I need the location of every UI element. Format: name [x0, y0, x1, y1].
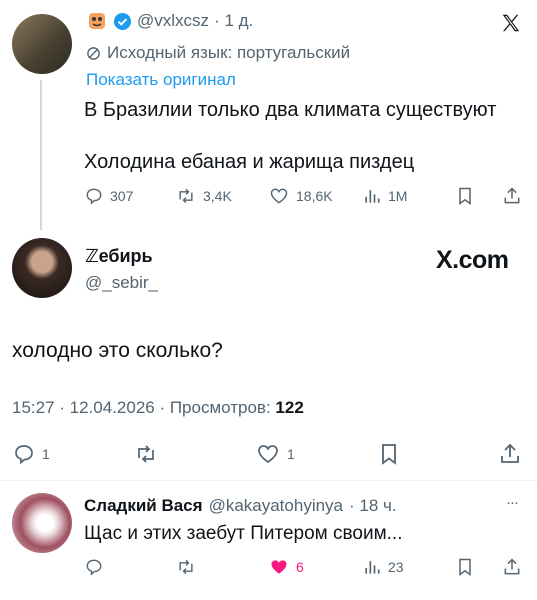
- repost-icon: [175, 186, 197, 206]
- main-views-count: 122: [275, 398, 304, 417]
- main-author-name[interactable]: ℤебирь: [85, 246, 153, 267]
- more-icon[interactable]: ···: [506, 494, 519, 511]
- main-bookmark-button[interactable]: [377, 442, 401, 466]
- parent-header: @vxlxcsz · 1 д.: [86, 10, 253, 32]
- main-like-count: 1: [287, 446, 295, 462]
- parent-reply-button[interactable]: 307: [84, 186, 133, 206]
- main-timestamp: 15:27 · 12.04.2026 · Просмотров:: [12, 398, 276, 417]
- reply-views-count: 23: [388, 559, 404, 575]
- views-icon: [362, 186, 382, 206]
- reply-like-count: 6: [296, 559, 304, 575]
- views-icon: [362, 557, 382, 577]
- x-logo-icon[interactable]: [500, 12, 522, 34]
- main-tweet-meta: 15:27 · 12.04.2026 · Просмотров: 122: [12, 398, 304, 418]
- parent-like-button[interactable]: 18,6K: [268, 186, 333, 206]
- emoji-badge-icon: [86, 10, 108, 32]
- reply-header: Сладкий Вася @kakayatohyinya · 18 ч.: [84, 496, 397, 516]
- main-tweet-text: холодно это сколько?: [12, 339, 223, 362]
- main-author-handle[interactable]: @_sebir_: [85, 273, 158, 293]
- translated-label: Исходный язык: португальский: [86, 43, 350, 63]
- reply-author-handle[interactable]: @kakayatohyinya: [209, 496, 343, 516]
- main-reply-count: 1: [42, 446, 50, 462]
- parent-time: · 1 д.: [214, 11, 254, 30]
- parent-handle[interactable]: @vxlxcsz: [137, 11, 209, 31]
- section-divider: [0, 480, 537, 481]
- parent-repost-count: 3,4K: [203, 188, 232, 204]
- main-avatar[interactable]: [12, 238, 72, 298]
- translate-icon: [86, 46, 101, 61]
- reply-icon: [84, 186, 104, 206]
- show-original-link[interactable]: Показать оригинал: [86, 70, 236, 90]
- like-icon: [268, 186, 290, 206]
- parent-text-line2: Холодина ебаная и жарища пиздец: [84, 151, 415, 173]
- parent-share-icon[interactable]: [502, 185, 522, 207]
- parent-avatar[interactable]: [12, 14, 72, 74]
- parent-reply-count: 307: [110, 188, 134, 204]
- translated-text: Исходный язык: португальский: [107, 43, 351, 62]
- reply-icon: [12, 442, 36, 466]
- parent-time-value: 1 д.: [224, 11, 254, 30]
- main-reply-button[interactable]: 1: [12, 442, 50, 466]
- reply-author-name[interactable]: Сладкий Вася: [84, 496, 203, 516]
- reply-bookmark-button[interactable]: [455, 557, 475, 577]
- reply-avatar[interactable]: [12, 493, 72, 553]
- main-repost-button[interactable]: [133, 442, 159, 466]
- reply-share-button[interactable]: [502, 556, 522, 578]
- parent-bookmark-icon[interactable]: [455, 186, 475, 206]
- parent-repost-button[interactable]: 3,4K: [175, 186, 232, 206]
- main-share-button[interactable]: [498, 441, 522, 467]
- parent-text-line1: В Бразилии только два климата существуют: [84, 99, 497, 121]
- reply-repost-button[interactable]: [175, 557, 197, 577]
- reply-text: Щас и этих заебут Питером своим...: [84, 523, 403, 544]
- reply-like-button[interactable]: 6: [268, 557, 304, 577]
- parent-like-count: 18,6K: [296, 188, 333, 204]
- like-icon: [268, 557, 290, 577]
- reply-reply-button[interactable]: [84, 557, 104, 577]
- x-com-brand: X.com: [436, 246, 509, 274]
- thread-line: [40, 80, 42, 230]
- reply-views-button[interactable]: 23: [362, 557, 404, 577]
- reply-time: · 18 ч.: [349, 496, 397, 515]
- like-icon: [255, 442, 281, 466]
- parent-views-count: 1M: [388, 188, 408, 204]
- parent-views-button[interactable]: 1M: [362, 186, 407, 206]
- verified-icon: [113, 12, 132, 31]
- main-like-button[interactable]: 1: [255, 442, 295, 466]
